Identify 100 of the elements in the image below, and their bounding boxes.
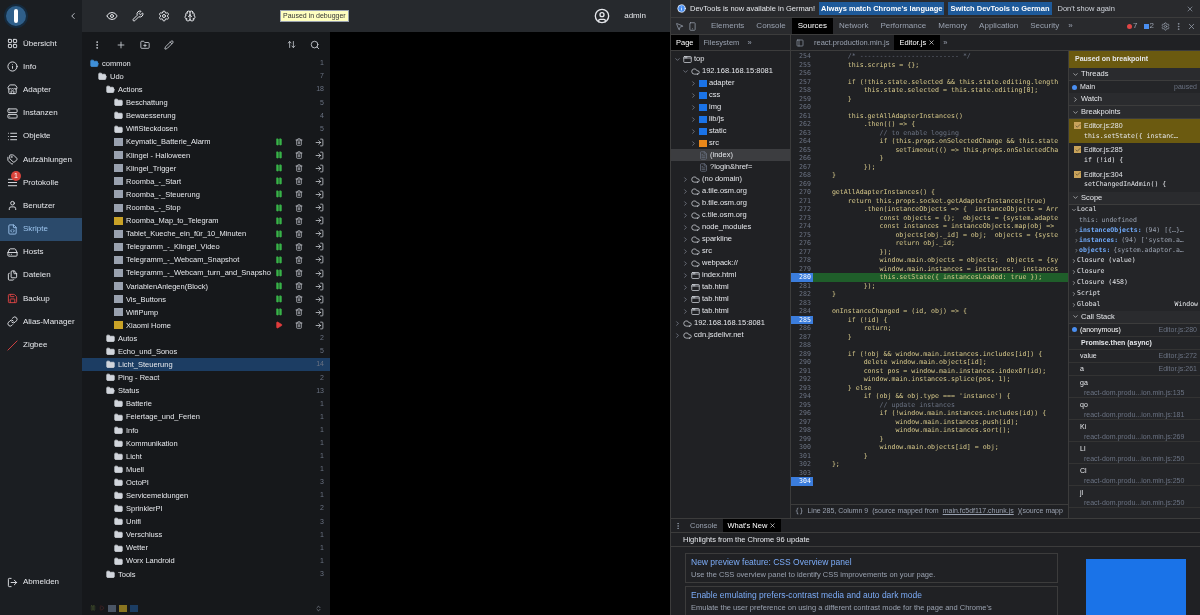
- trash-icon[interactable]: [295, 255, 303, 264]
- sidebar-item[interactable]: Hosts: [0, 240, 82, 264]
- trash-icon[interactable]: [295, 190, 303, 199]
- disclosure-icon[interactable]: [1072, 313, 1079, 321]
- devtools-tab[interactable]: Application: [973, 18, 1025, 34]
- disclosure-icon[interactable]: [1071, 269, 1077, 276]
- play-icon[interactable]: [275, 321, 283, 330]
- device-icon[interactable]: [688, 21, 697, 31]
- trash-icon[interactable]: [295, 269, 303, 278]
- sidebar-item[interactable]: Instanzen: [0, 101, 82, 125]
- disclosure-icon[interactable]: [1071, 291, 1077, 298]
- pause-icon[interactable]: [275, 295, 283, 304]
- checkbox[interactable]: [1074, 146, 1081, 154]
- feature-title[interactable]: New preview feature: CSS Overview panel: [691, 556, 1052, 569]
- sidebar-item[interactable]: Info: [0, 55, 82, 79]
- devtools-tab[interactable]: Elements: [705, 18, 751, 34]
- export-icon[interactable]: [315, 255, 324, 265]
- trash-icon[interactable]: [295, 177, 303, 186]
- export-icon[interactable]: [315, 307, 324, 317]
- trash-icon[interactable]: [295, 151, 303, 160]
- export-icon[interactable]: [315, 281, 324, 291]
- message-count[interactable]: 2: [1149, 20, 1154, 32]
- disclosure-icon[interactable]: [1071, 207, 1077, 214]
- pause-icon[interactable]: [275, 177, 283, 186]
- checkbox[interactable]: [1074, 122, 1081, 129]
- close-icon[interactable]: [1186, 4, 1194, 13]
- new-folder-icon[interactable]: [140, 39, 150, 50]
- disclosure-icon[interactable]: [682, 247, 689, 255]
- pause-icon[interactable]: [275, 255, 283, 264]
- disclosure-icon[interactable]: [682, 175, 689, 183]
- more-icon[interactable]: [674, 521, 682, 530]
- sidebar-item[interactable]: Objekte: [0, 124, 82, 148]
- sidebar-item[interactable]: Backup: [0, 287, 82, 311]
- pause-icon[interactable]: [275, 151, 283, 160]
- close-icon[interactable]: [928, 39, 936, 46]
- export-icon[interactable]: [315, 216, 324, 226]
- sort-icon[interactable]: [287, 40, 296, 49]
- disclosure-icon[interactable]: [674, 55, 681, 63]
- devtools-tab[interactable]: Console: [750, 18, 792, 34]
- more-tabs[interactable]: »: [1065, 20, 1076, 32]
- export-icon[interactable]: [315, 176, 324, 186]
- search-icon[interactable]: [310, 39, 320, 50]
- pause-icon[interactable]: [275, 282, 283, 291]
- devtools-tab[interactable]: Memory: [932, 18, 974, 34]
- trash-icon[interactable]: [295, 321, 303, 330]
- export-icon[interactable]: [315, 150, 324, 160]
- pause-icon[interactable]: [275, 164, 283, 173]
- disclosure-icon[interactable]: [1071, 280, 1077, 287]
- disclosure-icon[interactable]: [682, 283, 689, 291]
- export-icon[interactable]: [315, 163, 324, 173]
- devtools-tab[interactable]: Sources: [791, 18, 834, 34]
- disclosure-icon[interactable]: [682, 307, 689, 315]
- disclosure-icon[interactable]: [682, 199, 689, 207]
- sidebar-item[interactable]: Aufzählungen: [0, 147, 82, 172]
- disclosure-icon[interactable]: [682, 259, 689, 267]
- sidebar-item[interactable]: Zigbee: [0, 333, 82, 357]
- trash-icon[interactable]: [295, 295, 303, 304]
- trash-icon[interactable]: [295, 138, 303, 147]
- trash-icon[interactable]: [295, 164, 303, 173]
- pause-icon[interactable]: [275, 229, 283, 238]
- disclosure-icon[interactable]: [682, 235, 689, 243]
- disclosure-icon[interactable]: [1071, 302, 1077, 309]
- devtools-tab[interactable]: Network: [833, 18, 875, 34]
- trash-icon[interactable]: [295, 282, 303, 291]
- disclosure-icon[interactable]: [682, 211, 689, 219]
- pause-icon[interactable]: [275, 216, 283, 225]
- sidebar-item[interactable]: Benutzer: [0, 194, 82, 218]
- disclosure-icon[interactable]: [682, 187, 689, 195]
- export-icon[interactable]: [315, 203, 324, 213]
- disclosure-icon[interactable]: [1072, 108, 1079, 116]
- export-icon[interactable]: [315, 137, 324, 147]
- export-icon[interactable]: [315, 190, 324, 199]
- user-avatar-icon[interactable]: [594, 8, 611, 24]
- edit-icon[interactable]: [164, 39, 174, 50]
- eye-icon[interactable]: [106, 10, 118, 22]
- pause-icon[interactable]: [275, 242, 283, 251]
- pause-icon[interactable]: [275, 190, 283, 199]
- collapse-icon[interactable]: [68, 11, 78, 21]
- wrench-icon[interactable]: [132, 10, 144, 22]
- disclosure-icon[interactable]: [674, 319, 681, 327]
- sidebar-item[interactable]: Dateien: [0, 263, 82, 288]
- sidebar-item[interactable]: Adapter: [0, 78, 82, 102]
- devtools-tab[interactable]: Security: [1024, 18, 1066, 34]
- feature-title[interactable]: Enable emulating prefers-contrast media and auto dark mode: [691, 589, 1052, 602]
- pause-icon[interactable]: [275, 203, 283, 212]
- sidebar-toggle-icon[interactable]: [796, 38, 804, 47]
- export-icon[interactable]: [315, 229, 324, 239]
- more-icon[interactable]: [1174, 21, 1183, 31]
- close-icon[interactable]: [769, 522, 777, 529]
- disclosure-icon[interactable]: [1071, 258, 1077, 265]
- disclosure-icon[interactable]: [1072, 95, 1079, 103]
- logout-item[interactable]: Abmelden: [0, 569, 82, 595]
- disclosure-icon[interactable]: [1072, 194, 1079, 202]
- disclosure-icon[interactable]: [682, 223, 689, 231]
- close-icon[interactable]: [1187, 21, 1196, 31]
- sidebar-item[interactable]: Skripte: [0, 217, 82, 241]
- sidebar-item[interactable]: Alias-Manager: [0, 310, 82, 334]
- inspect-icon[interactable]: [675, 21, 684, 31]
- trash-icon[interactable]: [295, 229, 303, 238]
- sidebar-item[interactable]: Übersicht: [0, 32, 82, 56]
